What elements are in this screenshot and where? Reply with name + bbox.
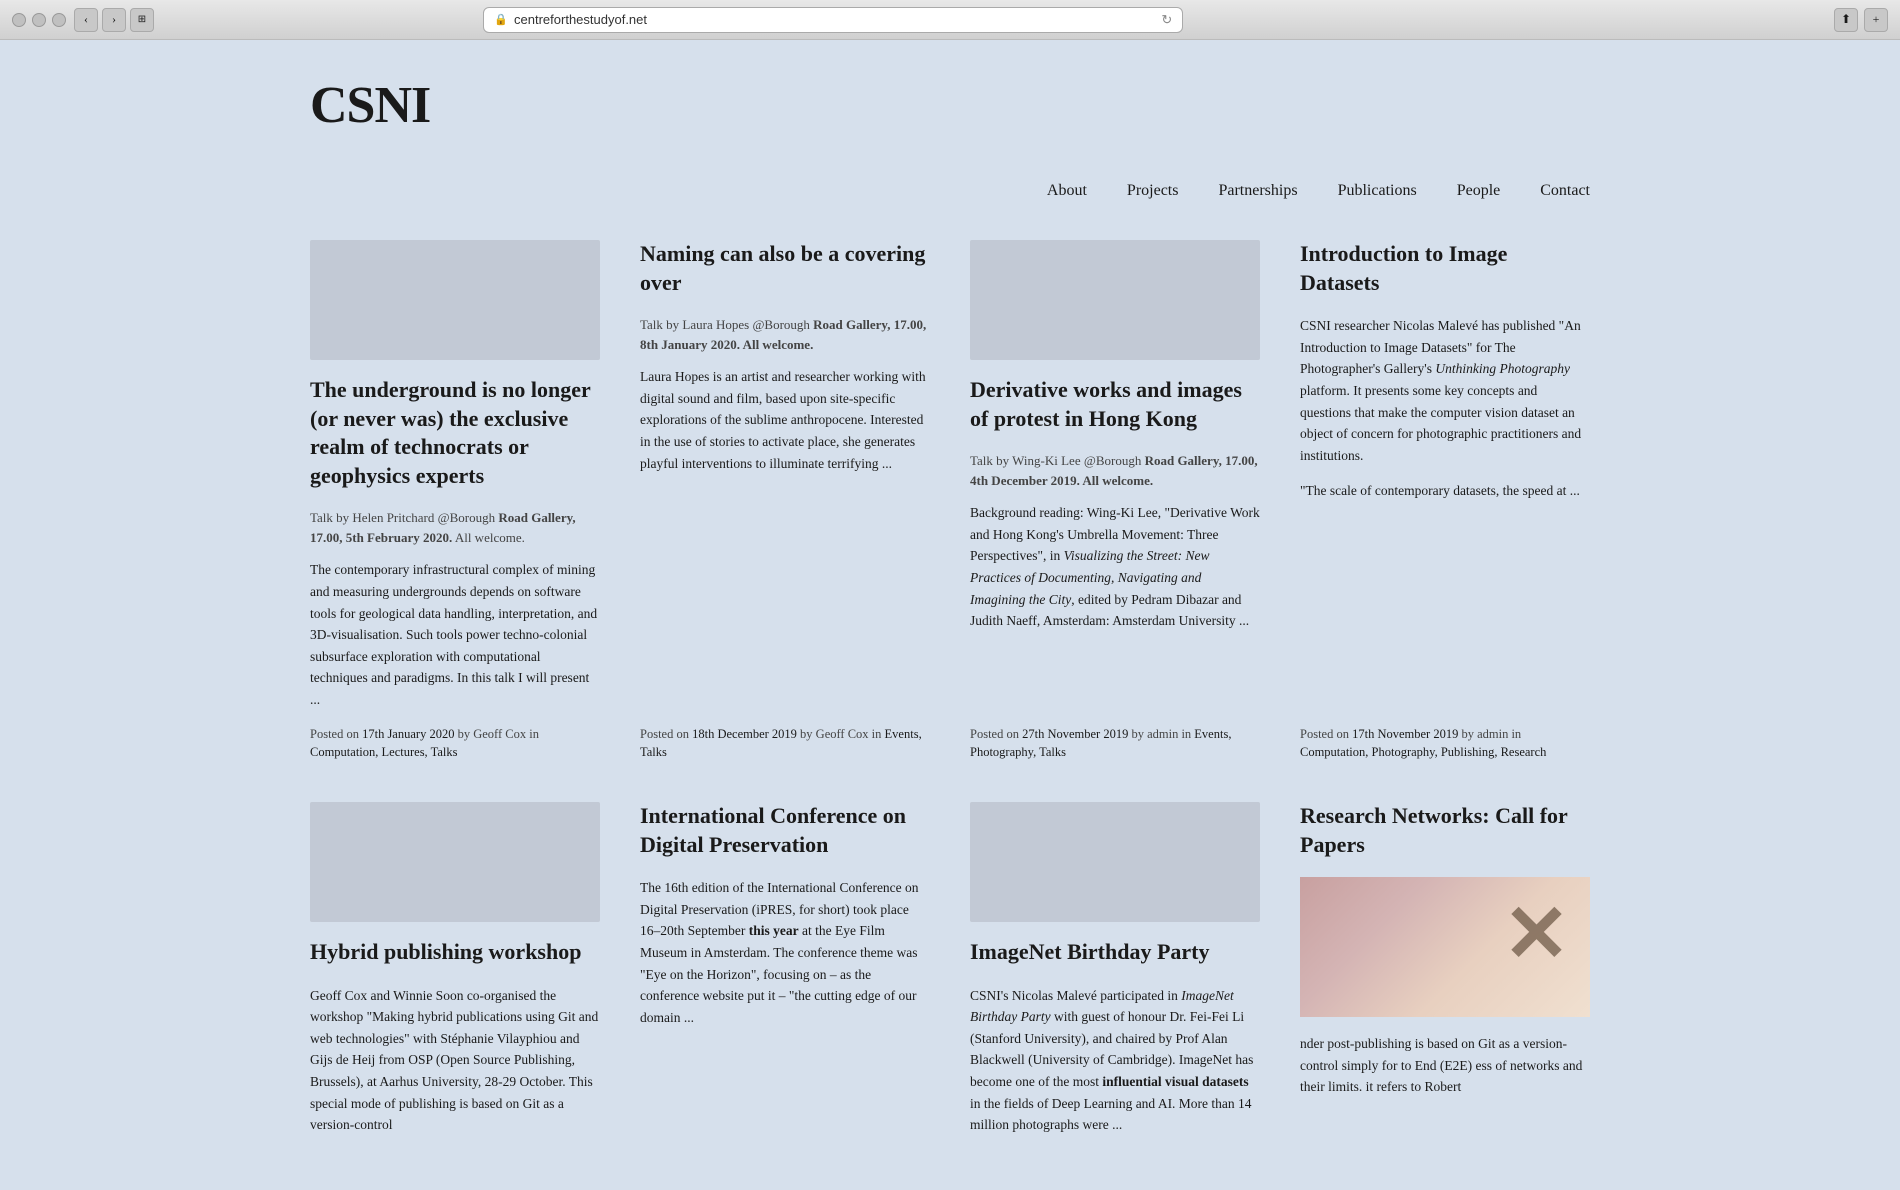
post-footer-underground: Posted on 17th January 2020 by Geoff Cox… [310,725,600,763]
lock-icon: 🔒 [494,13,508,26]
browser-window-buttons [12,13,66,27]
post-title-imagedatasets: Introduction to Image Datasets [1300,240,1590,297]
post-excerpt-ipres: The 16th edition of the International Co… [640,877,930,1028]
site-logo: CSNI [310,80,1590,132]
post-card-underground: The underground is no longer (or never w… [310,240,600,762]
post-posted-label-4: Posted on [1300,727,1352,741]
close-button[interactable] [12,13,26,27]
post-card-ipres: International Conference on Digital Pres… [640,802,930,1150]
back-button[interactable]: ‹ [74,8,98,32]
post-card-hybrid: Hybrid publishing workshop Geoff Cox and… [310,802,600,1150]
nav-people[interactable]: People [1457,182,1501,200]
browser-navigation: ‹ › ⊞ [74,8,154,32]
post-excerpt-research-networks: nder post-publishing is based on Git as … [1300,1033,1590,1098]
post-categories-underground[interactable]: Computation, Lectures, Talks [310,745,457,759]
site-header: CSNI [310,40,1590,152]
post-image-imagenet [970,802,1260,922]
post-meta-naming: Talk by Laura Hopes @Borough Road Galler… [640,315,930,354]
page-wrapper: CSNI About Projects Partnerships Publica… [250,40,1650,1190]
site-nav: About Projects Partnerships Publications… [310,152,1590,240]
post-excerpt-derivative: Background reading: Wing-Ki Lee, "Deriva… [970,502,1260,632]
post-title-derivative: Derivative works and images of protest i… [970,376,1260,433]
post-title-ipres: International Conference on Digital Pres… [640,802,930,859]
post-date-derivative[interactable]: 27th November 2019 [1022,727,1128,741]
post-footer-imagedatasets: Posted on 17th November 2019 by admin in… [1300,725,1590,763]
post-by-4: by admin in [1458,727,1521,741]
link-nicolas-maleve-2[interactable]: Nicolas Malevé [1012,988,1097,1003]
url-text: centreforthestudyof.net [514,12,647,27]
post-date-imagedatasets[interactable]: 17th November 2019 [1352,727,1458,741]
browser-chrome: ‹ › ⊞ 🔒 centreforthestudyof.net ↻ ⬆ + [0,0,1900,40]
nav-contact[interactable]: Contact [1540,182,1590,200]
post-card-imagedatasets: Introduction to Image Datasets CSNI rese… [1300,240,1590,762]
refresh-icon[interactable]: ↻ [1161,12,1172,28]
post-excerpt-imagedatasets: CSNI researcher Nicolas Malevé has publi… [1300,315,1590,466]
post-excerpt-naming: Laura Hopes is an artist and researcher … [640,366,930,474]
link-16th-edition[interactable]: 16th edition of the International Confer… [640,880,919,917]
maximize-button[interactable] [52,13,66,27]
nav-partnerships[interactable]: Partnerships [1218,182,1297,200]
post-card-imagenet: ImageNet Birthday Party CSNI's Nicolas M… [970,802,1260,1150]
post-excerpt-underground: The contemporary infrastructural complex… [310,559,600,710]
link-nicolas-maleve[interactable]: Nicolas Malevé [1393,318,1478,333]
posts-grid-row1: The underground is no longer (or never w… [310,240,1590,802]
post-by-3: by admin in [1128,727,1194,741]
post-meta-underground: Talk by Helen Pritchard @Borough Road Ga… [310,508,600,547]
share-button[interactable]: ⬆ [1834,8,1858,32]
post-title-naming: Naming can also be a covering over [640,240,930,297]
post-categories-imagedatasets[interactable]: Computation, Photography, Publishing, Re… [1300,745,1546,759]
post-date-naming[interactable]: 18th December 2019 [692,727,797,741]
link-imagenet-birthday[interactable]: ImageNet Birthday Party [970,988,1234,1025]
post-by-1: by Geoff Cox in [454,727,539,741]
post-card-derivative: Derivative works and images of protest i… [970,240,1260,762]
tab-view-button[interactable]: ⊞ [130,8,154,32]
post-title-underground: The underground is no longer (or never w… [310,376,600,490]
post-by-2: by Geoff Cox in [797,727,885,741]
post-image-hybrid [310,802,600,922]
post-posted-label-3: Posted on [970,727,1022,741]
forward-button[interactable]: › [102,8,126,32]
post-image-research-networks [1300,877,1590,1017]
post-date-underground[interactable]: 17th January 2020 [362,727,454,741]
post-card-naming: Naming can also be a covering over Talk … [640,240,930,762]
browser-actions: ⬆ + [1834,8,1888,32]
post-posted-label-2: Posted on [640,727,692,741]
nav-about[interactable]: About [1047,182,1087,200]
post-posted-label-1: Posted on [310,727,362,741]
post-title-imagenet: ImageNet Birthday Party [970,938,1260,967]
post-title-research-networks: Research Networks: Call for Papers [1300,802,1590,859]
post-excerpt-hybrid: Geoff Cox and Winnie Soon co-organised t… [310,985,600,1136]
post-card-research-networks: Research Networks: Call for Papers nder … [1300,802,1590,1150]
post-quote-imagedatasets: "The scale of contemporary datasets, the… [1300,480,1590,502]
add-tab-button[interactable]: + [1864,8,1888,32]
post-image-underground [310,240,600,360]
post-meta-derivative: Talk by Wing-Ki Lee @Borough Road Galler… [970,451,1260,490]
post-footer-derivative: Posted on 27th November 2019 by admin in… [970,725,1260,763]
posts-grid-row2: Hybrid publishing workshop Geoff Cox and… [310,802,1590,1190]
post-image-derivative [970,240,1260,360]
minimize-button[interactable] [32,13,46,27]
nav-publications[interactable]: Publications [1338,182,1417,200]
address-bar[interactable]: 🔒 centreforthestudyof.net ↻ [483,7,1183,33]
post-footer-naming: Posted on 18th December 2019 by Geoff Co… [640,725,930,763]
post-title-hybrid: Hybrid publishing workshop [310,938,600,967]
post-talk-underground: Talk by Helen Pritchard @Borough Road Ga… [310,510,576,545]
nav-projects[interactable]: Projects [1127,182,1179,200]
post-excerpt-imagenet: CSNI's Nicolas Malevé participated in Im… [970,985,1260,1136]
